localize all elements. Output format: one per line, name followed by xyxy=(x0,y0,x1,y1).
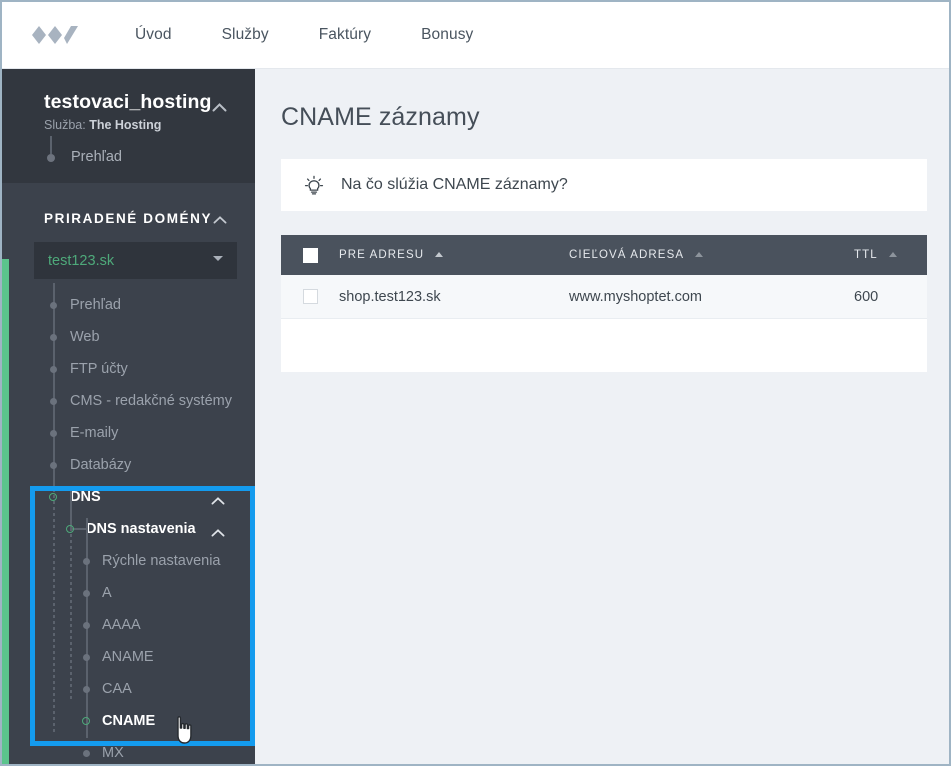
service-sub-label: Služba: xyxy=(44,118,86,132)
domain-select[interactable]: test123.sk xyxy=(34,242,237,279)
select-all-cell xyxy=(281,247,339,263)
sidebar-item-label: MX xyxy=(102,745,124,761)
sidebar-item-e-maily[interactable]: E-maily xyxy=(2,417,255,449)
tree-node-dot xyxy=(83,622,90,629)
sidebar-item-aname[interactable]: ANAME xyxy=(2,641,255,673)
sidebar: testovaci_hosting Služba: The Hosting Pr… xyxy=(2,69,255,764)
sort-asc-icon[interactable] xyxy=(435,252,444,258)
nav-item-uvod[interactable]: Úvod xyxy=(110,26,197,44)
column-header-label: CIEĽOVÁ ADRESA xyxy=(569,249,684,261)
chevron-up-icon[interactable] xyxy=(211,524,225,542)
service-subtitle: Služba: The Hosting xyxy=(2,118,255,132)
tree-node-dot xyxy=(83,558,90,565)
tree-node-dot xyxy=(83,654,90,661)
column-header-label: TTL xyxy=(854,249,878,261)
chevron-up-icon[interactable] xyxy=(212,100,227,115)
tree-node-ring xyxy=(82,717,90,725)
sidebar-item-label: A xyxy=(102,585,112,601)
sort-asc-icon[interactable] xyxy=(888,252,897,258)
lightbulb-icon xyxy=(301,174,327,196)
tree-node-dot xyxy=(83,590,90,597)
sidebar-item-caa[interactable]: CAA xyxy=(2,673,255,705)
tree-node-dot xyxy=(50,302,57,309)
tree-node-dot xyxy=(47,154,55,162)
sidebar-item-label: DNS nastavenia xyxy=(86,521,196,537)
select-all-checkbox[interactable] xyxy=(302,247,318,263)
cell-ttl: 600 xyxy=(854,288,879,305)
sidebar-item-cname[interactable]: CNAME xyxy=(2,705,255,737)
sidebar-item-label: CAA xyxy=(102,681,132,697)
sort-asc-icon[interactable] xyxy=(694,252,703,258)
tree-node-ring xyxy=(49,493,57,501)
sidebar-item-cms[interactable]: CMS - redakčné systémy xyxy=(2,385,255,417)
column-header-label: PRE ADRESU xyxy=(339,249,425,261)
table-header-row: PRE ADRESU CIEĽOVÁ ADRESA TTL xyxy=(281,235,927,275)
pointing-hand-cursor xyxy=(172,715,198,750)
service-sub-value: The Hosting xyxy=(89,118,162,132)
sidebar-item-ftp-ucty[interactable]: FTP účty xyxy=(2,353,255,385)
column-header-ttl[interactable]: TTL xyxy=(854,249,927,261)
table-footer-space xyxy=(281,319,927,372)
nav-item-faktury[interactable]: Faktúry xyxy=(294,26,396,44)
sidebar-item-mx[interactable]: MX xyxy=(2,737,255,764)
sidebar-item-label: Rýchle nastavenia xyxy=(102,553,221,569)
column-header-cielova-adresa[interactable]: CIEĽOVÁ ADRESA xyxy=(569,249,854,261)
service-title-row[interactable]: testovaci_hosting xyxy=(2,91,255,113)
sidebar-item-label: Prehľad xyxy=(70,297,121,313)
nav-item-bonusy[interactable]: Bonusy xyxy=(396,26,498,44)
sidebar-item-prehlad[interactable]: Prehľad xyxy=(2,289,255,321)
page-title: CNAME záznamy xyxy=(281,103,480,131)
cell-pre-adresu: shop.test123.sk xyxy=(339,288,441,305)
sidebar-item-label: E-maily xyxy=(70,425,119,441)
service-block: testovaci_hosting Služba: The Hosting Pr… xyxy=(2,69,255,183)
brand-logo[interactable] xyxy=(12,15,98,55)
table-row[interactable]: shop.test123.sk www.myshoptet.com 600 xyxy=(281,275,927,319)
tree-node-dot xyxy=(50,430,57,437)
row-select-cell xyxy=(281,289,339,304)
sidebar-item-label: CNAME xyxy=(102,713,156,729)
chevron-up-icon[interactable] xyxy=(213,213,227,227)
sidebar-item-label: Databázy xyxy=(70,457,132,473)
tree-node-dot xyxy=(83,750,90,757)
top-navigation-bar: Úvod Služby Faktúry Bonusy xyxy=(2,2,949,69)
nav-item-sluzby[interactable]: Služby xyxy=(197,26,294,44)
domain-select-value: test123.sk xyxy=(48,252,115,269)
tree-node-dot xyxy=(83,686,90,693)
sidebar-item-databazy[interactable]: Databázy xyxy=(2,449,255,481)
service-overview-label: Prehľad xyxy=(71,149,122,165)
tree-node-dot xyxy=(50,398,57,405)
sidebar-item-aaaa[interactable]: AAAA xyxy=(2,609,255,641)
records-table: PRE ADRESU CIEĽOVÁ ADRESA TTL shop.test1… xyxy=(281,235,927,372)
tree-node-dot xyxy=(50,334,57,341)
hint-text: Na čo slúžia CNAME záznamy? xyxy=(341,176,568,193)
main-content: CNAME záznamy Na čo slúžia CNAME záznamy… xyxy=(255,69,949,764)
sidebar-tree: Prehľad Web FTP účty CMS - redakčné syst… xyxy=(2,279,255,764)
app-window: Úvod Služby Faktúry Bonusy testovaci_hos… xyxy=(0,0,951,766)
assigned-domains-heading[interactable]: PRIRADENÉ DOMÉNY xyxy=(2,199,255,238)
tree-stem xyxy=(50,136,52,154)
sidebar-item-dns[interactable]: DNS xyxy=(2,481,255,513)
sidebar-item-label: AAAA xyxy=(102,617,141,633)
tree-node-ring xyxy=(66,525,74,533)
sidebar-item-dns-nastavenia[interactable]: DNS nastavenia xyxy=(2,513,255,545)
tree-node-dot xyxy=(50,462,57,469)
sidebar-item-a[interactable]: A xyxy=(2,577,255,609)
row-checkbox[interactable] xyxy=(302,289,318,304)
column-header-pre-adresu[interactable]: PRE ADRESU xyxy=(339,249,569,261)
sidebar-item-label: CMS - redakčné systémy xyxy=(70,393,232,409)
assigned-domains-label: PRIRADENÉ DOMÉNY xyxy=(44,211,213,226)
cell-cielova-adresa: www.myshoptet.com xyxy=(569,288,702,305)
tree-node-dot xyxy=(50,366,57,373)
hint-card[interactable]: Na čo slúžia CNAME záznamy? xyxy=(281,159,927,211)
service-overview-row[interactable]: Prehľad xyxy=(2,136,255,165)
sidebar-item-label: ANAME xyxy=(102,649,154,665)
chevron-up-icon[interactable] xyxy=(211,492,225,510)
brand-logo-icon xyxy=(32,26,78,44)
sidebar-item-rychle-nastavenia[interactable]: Rýchle nastavenia xyxy=(2,545,255,577)
service-title: testovaci_hosting xyxy=(44,91,212,113)
top-nav-items: Úvod Služby Faktúry Bonusy xyxy=(110,26,498,44)
sidebar-item-web[interactable]: Web xyxy=(2,321,255,353)
sidebar-item-label: FTP účty xyxy=(70,361,128,377)
chevron-down-icon[interactable] xyxy=(213,256,223,261)
